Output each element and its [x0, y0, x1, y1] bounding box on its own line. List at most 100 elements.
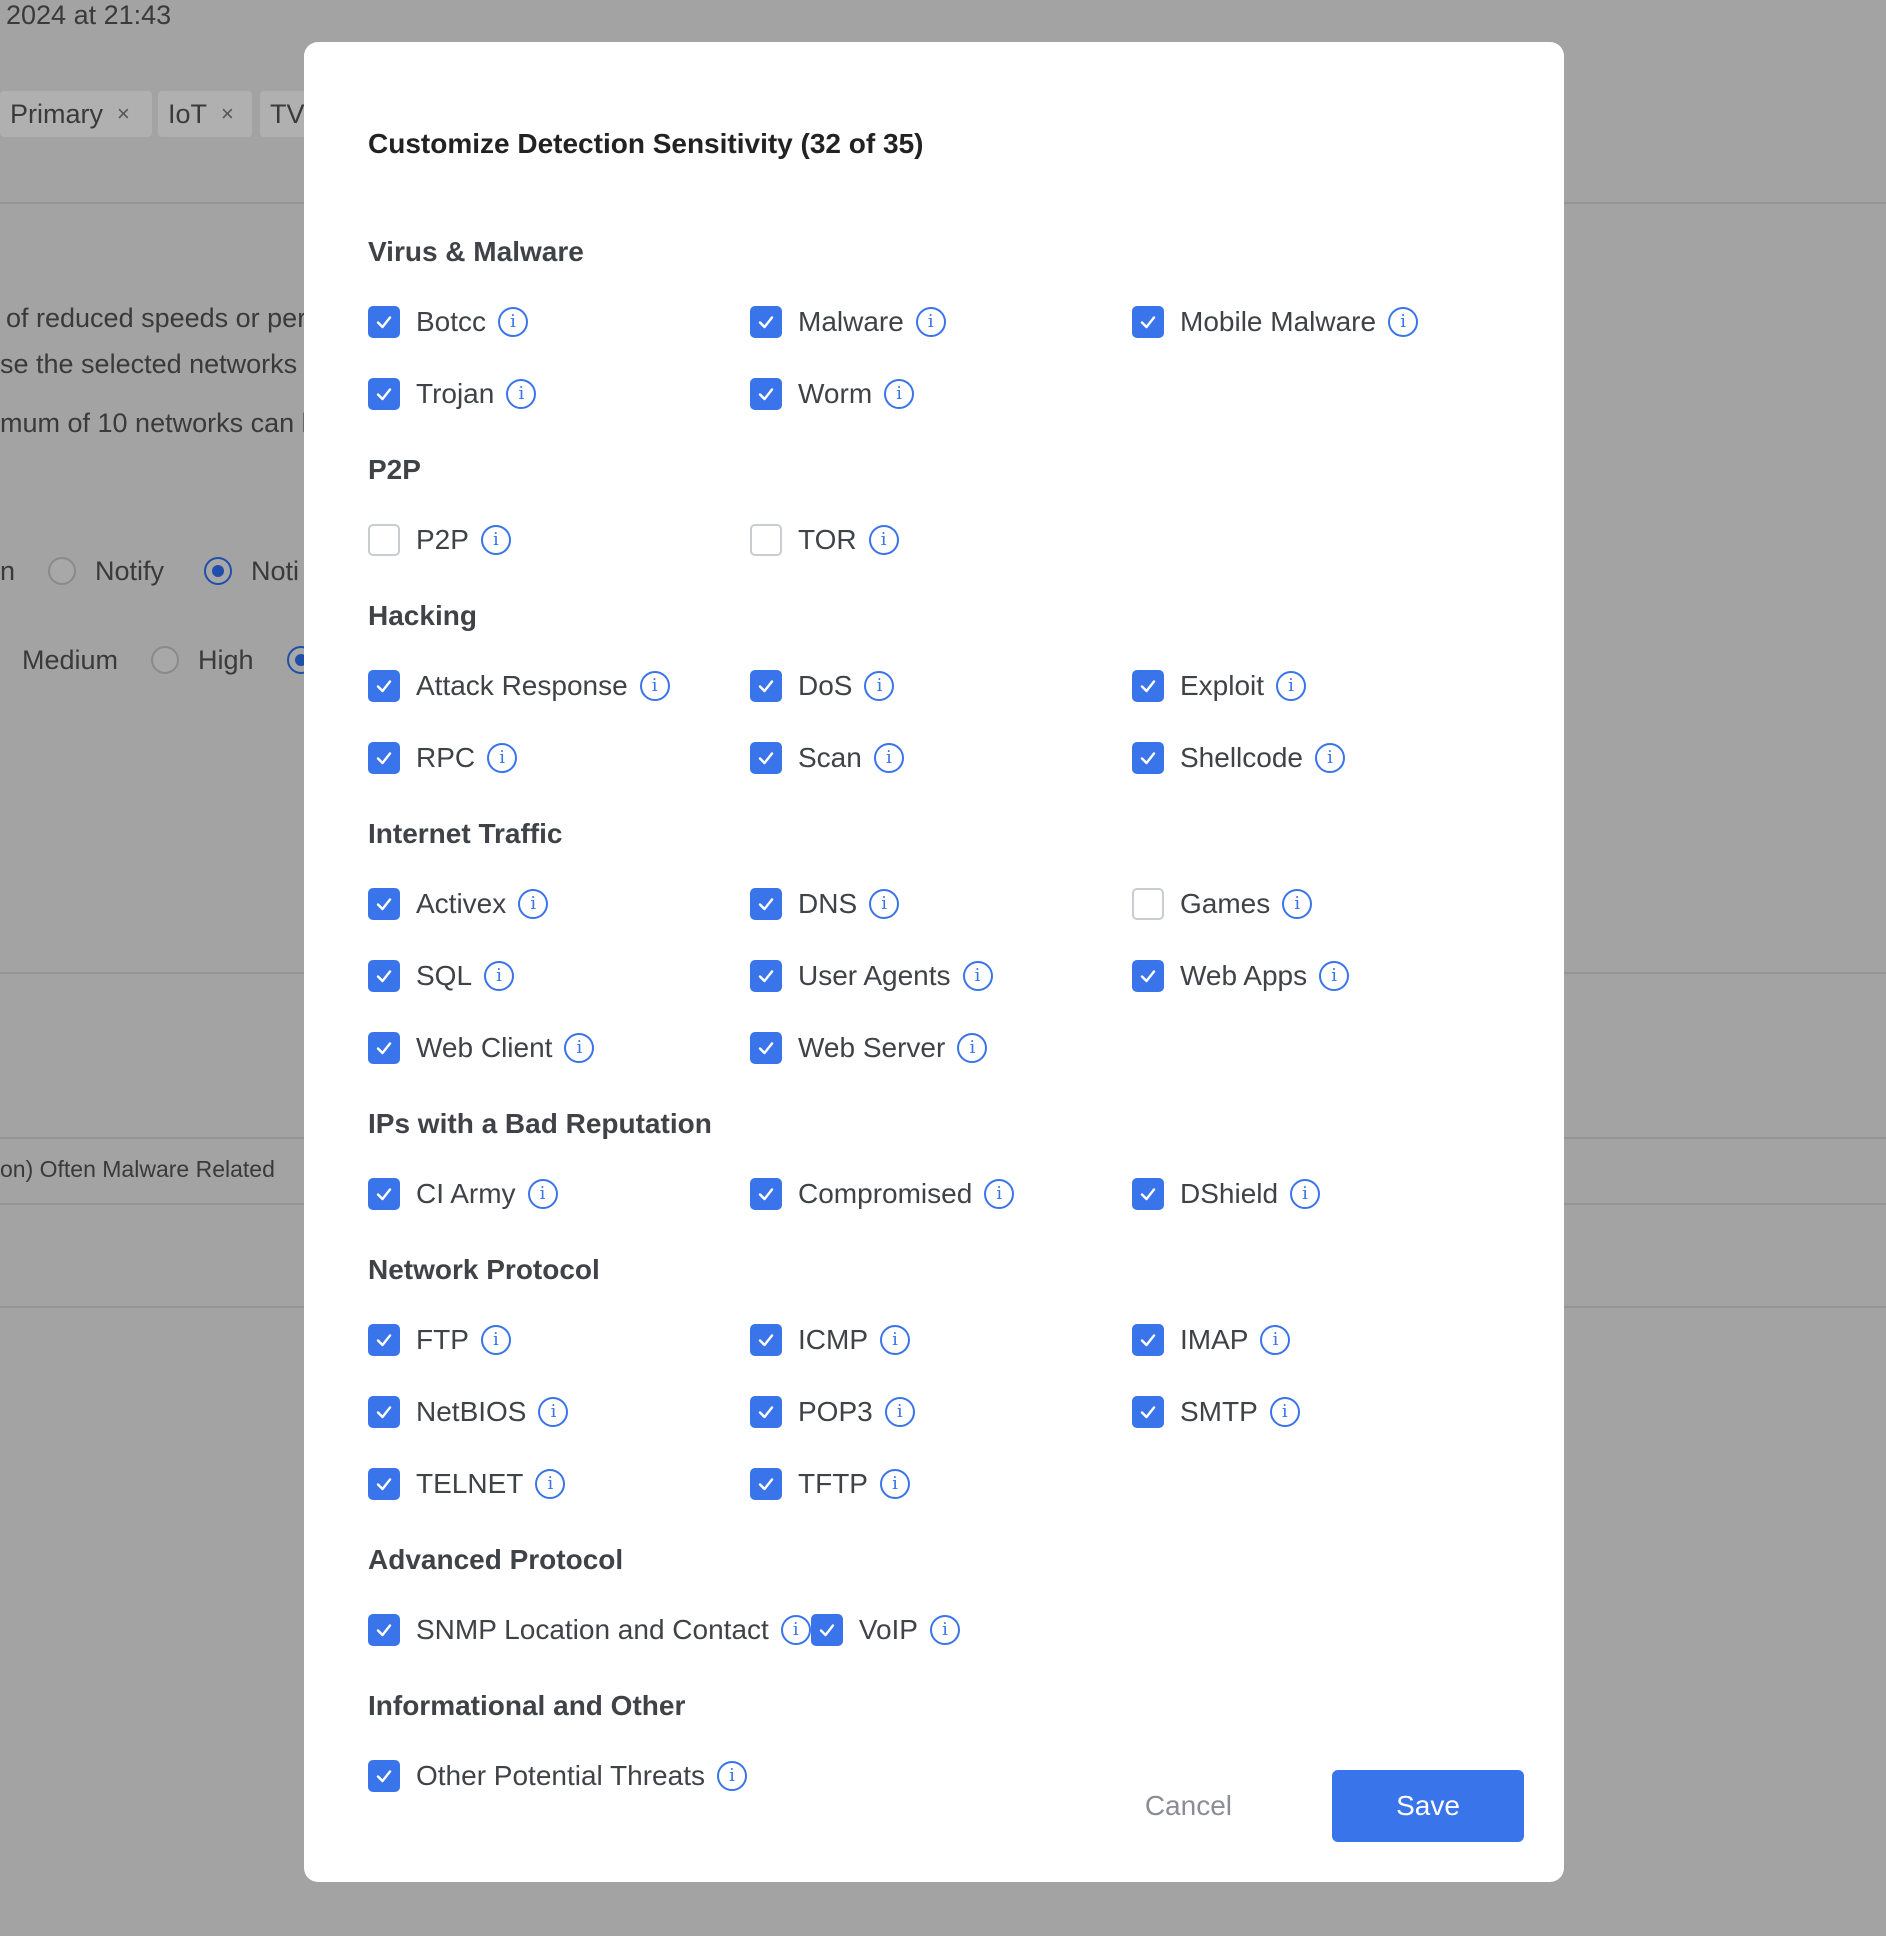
info-icon[interactable]: i [915, 307, 946, 337]
checkbox-checked[interactable] [368, 378, 400, 410]
checkbox-item-trojan[interactable]: Trojan i [368, 358, 750, 430]
info-icon[interactable]: i [527, 1179, 558, 1209]
checkbox-item-tftp[interactable]: TFTP i [750, 1448, 1132, 1520]
radio-notify-and-block[interactable] [204, 557, 232, 585]
info-icon[interactable]: i [484, 961, 515, 991]
checkbox-item-dos[interactable]: DoS i [750, 650, 1132, 722]
checkbox-item-shellcode[interactable]: Shellcode i [1132, 722, 1514, 794]
checkbox-item-games[interactable]: Games i [1132, 868, 1514, 940]
checkbox-item-attack-response[interactable]: Attack Response i [368, 650, 750, 722]
info-icon[interactable]: i [564, 1033, 595, 1063]
info-icon[interactable]: i [962, 961, 993, 991]
info-icon[interactable]: i [873, 743, 904, 773]
checkbox-checked[interactable] [1132, 306, 1164, 338]
checkbox-checked[interactable] [368, 888, 400, 920]
checkbox-item-voip[interactable]: VoIP i [810, 1594, 960, 1666]
checkbox-item-malware[interactable]: Malware i [750, 286, 1132, 358]
checkbox-item-sql[interactable]: SQL i [368, 940, 750, 1012]
info-icon[interactable]: i [487, 743, 518, 773]
info-icon[interactable]: i [1276, 671, 1307, 701]
info-icon[interactable]: i [1319, 961, 1350, 991]
checkbox-item-telnet[interactable]: TELNET i [368, 1448, 750, 1520]
checkbox-checked[interactable] [750, 1324, 782, 1356]
checkbox-item-web-apps[interactable]: Web Apps i [1132, 940, 1514, 1012]
checkbox-item-rpc[interactable]: RPC i [368, 722, 750, 794]
checkbox-item-dns[interactable]: DNS i [750, 868, 1132, 940]
checkbox-checked[interactable] [1132, 1324, 1164, 1356]
checkbox-checked[interactable] [750, 378, 782, 410]
info-icon[interactable]: i [498, 307, 529, 337]
checkbox-item-imap[interactable]: IMAP i [1132, 1304, 1514, 1376]
checkbox-checked[interactable] [368, 1178, 400, 1210]
info-icon[interactable]: i [480, 1325, 511, 1355]
checkbox-item-pop3[interactable]: POP3 i [750, 1376, 1132, 1448]
info-icon[interactable]: i [1290, 1179, 1321, 1209]
checkbox-checked[interactable] [368, 670, 400, 702]
close-icon[interactable]: × [221, 101, 234, 127]
checkbox-unchecked[interactable] [750, 524, 782, 556]
info-icon[interactable]: i [984, 1179, 1015, 1209]
checkbox-item-exploit[interactable]: Exploit i [1132, 650, 1514, 722]
checkbox-item-mobile-malware[interactable]: Mobile Malware i [1132, 286, 1514, 358]
save-button[interactable]: Save [1332, 1770, 1524, 1842]
checkbox-checked[interactable] [750, 960, 782, 992]
checkbox-item-activex[interactable]: Activex i [368, 868, 750, 940]
info-icon[interactable]: i [639, 671, 670, 701]
info-icon[interactable]: i [1269, 1397, 1300, 1427]
cancel-button[interactable]: Cancel [1145, 1790, 1232, 1822]
info-icon[interactable]: i [868, 525, 899, 555]
checkbox-checked[interactable] [750, 1032, 782, 1064]
checkbox-checked[interactable] [1132, 1396, 1164, 1428]
checkbox-checked[interactable] [750, 306, 782, 338]
info-icon[interactable]: i [884, 1397, 915, 1427]
info-icon[interactable]: i [929, 1615, 960, 1645]
checkbox-checked[interactable] [750, 1178, 782, 1210]
checkbox-checked[interactable] [368, 1396, 400, 1428]
checkbox-checked[interactable] [1132, 742, 1164, 774]
checkbox-checked[interactable] [750, 1468, 782, 1500]
info-icon[interactable]: i [480, 525, 511, 555]
checkbox-checked[interactable] [1132, 960, 1164, 992]
info-icon[interactable]: i [506, 379, 537, 409]
checkbox-item-p2p[interactable]: P2P i [368, 504, 750, 576]
checkbox-checked[interactable] [750, 1396, 782, 1428]
radio-notify[interactable] [48, 557, 76, 585]
info-icon[interactable]: i [535, 1469, 566, 1499]
info-icon[interactable]: i [1260, 1325, 1291, 1355]
checkbox-item-web-client[interactable]: Web Client i [368, 1012, 750, 1084]
info-icon[interactable]: i [957, 1033, 988, 1063]
network-chip-iot[interactable]: IoT × [158, 91, 252, 137]
checkbox-item-icmp[interactable]: ICMP i [750, 1304, 1132, 1376]
checkbox-item-web-server[interactable]: Web Server i [750, 1012, 1132, 1084]
checkbox-item-ftp[interactable]: FTP i [368, 1304, 750, 1376]
info-icon[interactable]: i [1282, 889, 1313, 919]
info-icon[interactable]: i [716, 1761, 747, 1791]
checkbox-item-dshield[interactable]: DShield i [1132, 1158, 1514, 1230]
checkbox-checked[interactable] [368, 1468, 400, 1500]
close-icon[interactable]: × [117, 101, 130, 127]
checkbox-checked[interactable] [750, 888, 782, 920]
info-icon[interactable]: i [538, 1397, 569, 1427]
checkbox-item-smtp[interactable]: SMTP i [1132, 1376, 1514, 1448]
checkbox-item-netbios[interactable]: NetBIOS i [368, 1376, 750, 1448]
checkbox-item-other-potential-threats[interactable]: Other Potential Threats i [368, 1740, 750, 1812]
checkbox-checked[interactable] [368, 1760, 400, 1792]
checkbox-item-user-agents[interactable]: User Agents i [750, 940, 1132, 1012]
checkbox-checked[interactable] [810, 1614, 843, 1646]
checkbox-checked[interactable] [1132, 670, 1164, 702]
checkbox-checked[interactable] [750, 742, 782, 774]
checkbox-checked[interactable] [368, 1324, 400, 1356]
checkbox-item-tor[interactable]: TOR i [750, 504, 1132, 576]
info-icon[interactable]: i [864, 671, 895, 701]
info-icon[interactable]: i [880, 1325, 910, 1355]
checkbox-checked[interactable] [1132, 1178, 1164, 1210]
checkbox-checked[interactable] [368, 960, 400, 992]
info-icon[interactable]: i [780, 1615, 811, 1645]
info-icon[interactable]: i [869, 889, 900, 919]
checkbox-item-botcc[interactable]: Botcc i [368, 286, 750, 358]
radio-high[interactable] [151, 646, 179, 674]
info-icon[interactable]: i [1314, 743, 1345, 773]
checkbox-item-snmp-location-and-contact[interactable]: SNMP Location and Contact i [368, 1594, 811, 1666]
checkbox-item-scan[interactable]: Scan i [750, 722, 1132, 794]
checkbox-item-ci-army[interactable]: CI Army i [368, 1158, 750, 1230]
